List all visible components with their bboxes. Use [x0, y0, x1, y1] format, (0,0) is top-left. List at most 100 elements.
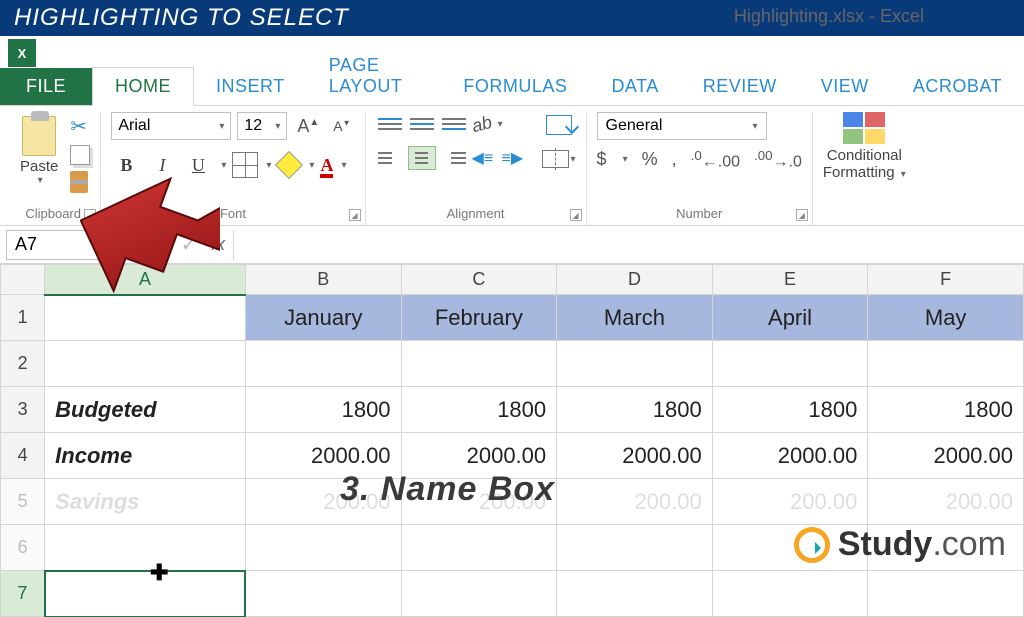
cell-a2[interactable] [45, 341, 246, 387]
font-size-select[interactable]: 12▾ [237, 112, 287, 140]
number-dialog-launcher[interactable]: ◢ [796, 209, 808, 221]
cell-d1[interactable]: March [557, 295, 713, 341]
wrap-text-button[interactable] [542, 112, 576, 138]
font-name-select[interactable]: Arial▾ [111, 112, 231, 140]
borders-button[interactable] [232, 152, 258, 178]
align-right-button[interactable] [440, 146, 468, 170]
cell-c7[interactable] [401, 571, 557, 617]
col-header-e[interactable]: E [712, 265, 868, 295]
cell-c1[interactable]: February [401, 295, 557, 341]
format-painter-button[interactable] [70, 171, 88, 193]
enter-formula-button[interactable]: ✓ [173, 232, 205, 257]
conditional-formatting-button[interactable]: ConditionalFormatting ▾ [823, 112, 906, 181]
cell-d2[interactable] [557, 341, 713, 387]
align-left-button[interactable] [376, 146, 404, 170]
tab-formulas[interactable]: FORMULAS [441, 68, 589, 105]
cell-c6[interactable] [401, 525, 557, 571]
row-header-6[interactable]: 6 [1, 525, 45, 571]
increase-font-button[interactable]: A▲ [293, 116, 323, 137]
cell-d6[interactable] [557, 525, 713, 571]
decrease-indent-button[interactable]: ◀≡ [472, 146, 498, 170]
cell-b3[interactable]: 1800 [245, 387, 401, 433]
name-box[interactable]: A7▾ [6, 230, 126, 260]
align-middle-button[interactable] [408, 112, 436, 136]
chevron-down-icon[interactable]: ▾ [623, 154, 628, 165]
chevron-down-icon[interactable]: ▾ [498, 119, 503, 130]
col-header-d[interactable]: D [557, 265, 713, 295]
align-top-button[interactable] [376, 112, 404, 136]
row-header-2[interactable]: 2 [1, 341, 45, 387]
chevron-down-icon[interactable]: ▾ [221, 160, 226, 171]
row-header-1[interactable]: 1 [1, 295, 45, 341]
tab-insert[interactable]: INSERT [194, 68, 307, 105]
chevron-down-icon[interactable]: ▾ [309, 160, 314, 171]
cell-a1[interactable] [45, 295, 246, 341]
tab-home[interactable]: HOME [92, 67, 194, 106]
tab-data[interactable]: DATA [589, 68, 680, 105]
paste-button[interactable]: Paste ▾ [16, 112, 62, 193]
cell-b6[interactable] [245, 525, 401, 571]
cell-a7[interactable] [45, 571, 246, 617]
fill-color-button[interactable] [277, 153, 301, 177]
font-color-button[interactable]: A [320, 155, 333, 176]
cell-f1[interactable]: May [868, 295, 1024, 341]
excel-app-icon[interactable]: X [8, 39, 36, 67]
cell-e1[interactable]: April [712, 295, 868, 341]
tab-file[interactable]: FILE [0, 68, 92, 105]
chevron-down-icon[interactable]: ▾ [341, 160, 346, 171]
cell-e5[interactable]: 200.00 [712, 479, 868, 525]
insert-function-button[interactable]: fx [211, 234, 225, 255]
cell-b2[interactable] [245, 341, 401, 387]
cell-f5[interactable]: 200.00 [868, 479, 1024, 525]
clipboard-dialog-launcher[interactable]: ◢ [84, 209, 96, 221]
cell-e2[interactable] [712, 341, 868, 387]
tab-view[interactable]: VIEW [799, 68, 891, 105]
cell-f3[interactable]: 1800 [868, 387, 1024, 433]
bold-button[interactable]: B [111, 150, 141, 180]
merge-center-button[interactable]: ▾ [542, 146, 576, 172]
cell-d5[interactable]: 200.00 [557, 479, 713, 525]
row-header-7[interactable]: 7 [1, 571, 45, 617]
increase-indent-button[interactable]: ≡▶ [502, 146, 528, 170]
percent-button[interactable]: % [642, 149, 658, 170]
italic-button[interactable]: I [147, 150, 177, 180]
formula-input[interactable] [233, 230, 1024, 260]
orientation-button[interactable]: ab [469, 111, 494, 136]
cut-button[interactable]: ✂ [70, 114, 90, 139]
decrease-decimal-button[interactable]: .00→.0 [754, 148, 802, 171]
tab-acrobat[interactable]: ACROBAT [891, 68, 1024, 105]
cell-e3[interactable]: 1800 [712, 387, 868, 433]
number-format-select[interactable]: General▾ [597, 112, 767, 140]
select-all-corner[interactable] [1, 265, 45, 295]
cell-e7[interactable] [712, 571, 868, 617]
cell-d3[interactable]: 1800 [557, 387, 713, 433]
cell-e4[interactable]: 2000.00 [712, 433, 868, 479]
copy-button[interactable] [70, 145, 90, 165]
row-header-3[interactable]: 3 [1, 387, 45, 433]
cell-f2[interactable] [868, 341, 1024, 387]
decrease-font-button[interactable]: A▼ [329, 118, 354, 134]
chevron-down-icon[interactable]: ▾ [266, 160, 271, 171]
cell-a5[interactable]: Savings [45, 479, 246, 525]
cell-a4[interactable]: Income [45, 433, 246, 479]
cell-d4[interactable]: 2000.00 [557, 433, 713, 479]
alignment-dialog-launcher[interactable]: ◢ [570, 209, 582, 221]
currency-button[interactable]: $ [597, 149, 607, 170]
cell-f7[interactable] [868, 571, 1024, 617]
font-dialog-launcher[interactable]: ◢ [349, 209, 361, 221]
col-header-b[interactable]: B [245, 265, 401, 295]
align-bottom-button[interactable] [440, 112, 468, 136]
tab-page-layout[interactable]: PAGE LAYOUT [307, 47, 442, 105]
cell-b1[interactable]: January [245, 295, 401, 341]
cell-f4[interactable]: 2000.00 [868, 433, 1024, 479]
tab-review[interactable]: REVIEW [681, 68, 799, 105]
underline-button[interactable]: U [183, 150, 213, 180]
col-header-a[interactable]: A [45, 265, 246, 295]
col-header-c[interactable]: C [401, 265, 557, 295]
cancel-formula-button[interactable]: ✕ [141, 232, 173, 257]
cell-grid[interactable]: A B C D E F 1 January February March Apr… [0, 264, 1024, 617]
cell-b7[interactable] [245, 571, 401, 617]
row-header-5[interactable]: 5 [1, 479, 45, 525]
cell-c2[interactable] [401, 341, 557, 387]
cell-c3[interactable]: 1800 [401, 387, 557, 433]
